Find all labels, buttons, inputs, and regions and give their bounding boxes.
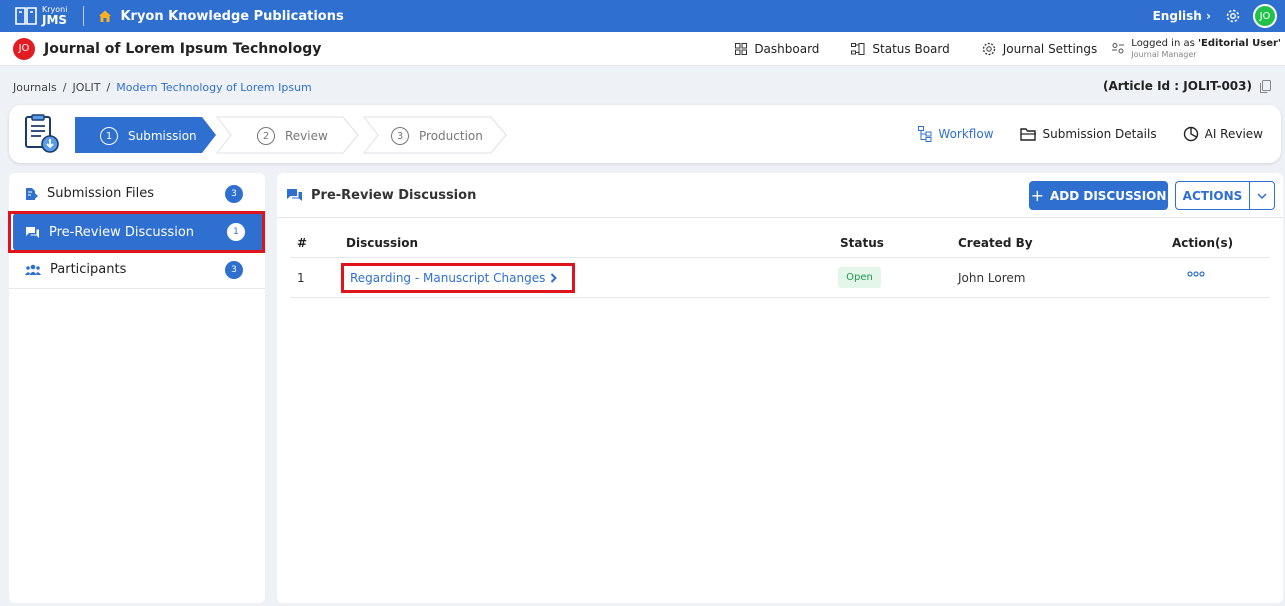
step-label: Production (419, 129, 483, 143)
article-id: (Article Id : JOLIT-003) (1103, 79, 1271, 93)
add-discussion-label: ADD DISCUSSION (1049, 188, 1167, 203)
user-avatar[interactable]: JO (1253, 4, 1277, 28)
org-name: Kryon Knowledge Publications (120, 8, 344, 24)
column-header-status: Status (840, 236, 884, 250)
grid-icon (735, 43, 748, 55)
table-divider (290, 257, 1270, 258)
breadcrumb-article[interactable]: Modern Technology of Lorem Ipsum (116, 81, 312, 94)
workflow-icon (918, 126, 932, 142)
panel-header: Pre-Review Discussion + ADD DISCUSSION A… (277, 173, 1283, 218)
highlight-box-sidebar (8, 211, 265, 253)
app-logo[interactable]: Kryoni JMS (14, 0, 67, 32)
nav-journal-settings-label: Journal Settings (1002, 42, 1098, 56)
column-header-actions: Action(s) (1172, 236, 1234, 250)
sidebar-item-label: Submission Files (47, 186, 155, 201)
row-number: 1 (297, 271, 305, 285)
tab-ai-review-label: AI Review (1204, 127, 1263, 141)
column-header-number: # (297, 236, 308, 250)
nav-dashboard-label: Dashboard (754, 42, 820, 56)
breadcrumb-journals[interactable]: Journals (13, 81, 57, 94)
highlight-box-discussion (341, 263, 575, 293)
step-number: 3 (391, 127, 409, 145)
breadcrumb-jolit[interactable]: JOLIT (73, 81, 101, 94)
board-icon (851, 43, 865, 55)
add-discussion-button[interactable]: + ADD DISCUSSION (1029, 181, 1168, 210)
nav-status-board[interactable]: Status Board (851, 42, 950, 56)
journal-bar: JO Journal of Lorem Ipsum Technology Das… (0, 32, 1285, 66)
tab-submission-details[interactable]: Submission Details (1019, 127, 1157, 141)
login-prefix: Logged in as (1131, 38, 1198, 50)
chat-icon (287, 189, 302, 201)
panel-title-text: Pre-Review Discussion (311, 187, 477, 203)
tab-submission-details-label: Submission Details (1042, 127, 1157, 141)
language-selector[interactable]: English › (1153, 9, 1211, 23)
tab-workflow-label: Workflow (938, 127, 994, 141)
column-header-created-by: Created By (958, 236, 1033, 250)
step-submission[interactable]: 1 Submission (100, 127, 197, 145)
org-home-link[interactable]: Kryon Knowledge Publications (98, 8, 344, 24)
breadcrumb: Journals / JOLIT / Modern Technology of … (13, 81, 312, 94)
gear-icon[interactable] (1225, 8, 1241, 24)
nav-journal-settings[interactable]: Journal Settings (982, 42, 1098, 56)
created-by: John Lorem (958, 271, 1026, 285)
journal-title: Journal of Lorem Ipsum Technology (44, 40, 322, 57)
sidebar-item-label: Participants (50, 262, 127, 277)
count-badge: 3 (225, 260, 243, 279)
chevron-down-icon (1257, 192, 1267, 199)
column-header-discussion: Discussion (346, 236, 419, 250)
language-label: English (1152, 9, 1202, 23)
actions-dropdown-toggle[interactable] (1250, 181, 1275, 210)
user-swap-icon (1112, 43, 1125, 54)
tab-ai-review[interactable]: AI Review (1183, 126, 1263, 142)
logo-big-text: JMS (42, 13, 68, 27)
breadcrumb-separator: / (106, 81, 111, 94)
chevron-right-icon: › (1206, 9, 1211, 23)
file-icon (26, 187, 38, 200)
sidebar-item-participants[interactable]: Participants 3 (9, 251, 265, 289)
sidebar-item-submission-files[interactable]: Submission Files 3 (9, 175, 265, 213)
table-divider (290, 297, 1270, 298)
top-bar: Kryoni JMS Kryon Knowledge Publications … (0, 0, 1285, 32)
books-logo-icon (15, 7, 37, 25)
divider (83, 6, 85, 26)
article-id-text: (Article Id : JOLIT-003) (1102, 79, 1252, 93)
nav-dashboard[interactable]: Dashboard (735, 42, 819, 56)
login-info[interactable]: Logged in as 'Editorial User' Journal Ma… (1111, 38, 1281, 60)
step-review[interactable]: 2 Review (257, 127, 328, 145)
people-icon (25, 264, 41, 275)
login-user-text: Logged in as 'Editorial User' (1131, 38, 1281, 50)
more-dots-icon[interactable] (1187, 270, 1205, 278)
count-badge: 3 (225, 184, 243, 203)
step-label: Submission (128, 129, 197, 143)
step-number: 2 (257, 127, 275, 145)
login-username: 'Editorial User' (1198, 38, 1281, 50)
settings-cog-icon (982, 42, 995, 56)
workflow-stepper: 1 Submission 2 Review 3 Production Workf… (9, 105, 1281, 163)
actions-button[interactable]: ACTIONS (1175, 181, 1250, 210)
pie-chart-icon (1183, 126, 1198, 142)
panel-title: Pre-Review Discussion (286, 188, 476, 203)
step-number: 1 (100, 127, 118, 145)
journal-avatar: JO (13, 37, 35, 60)
discussion-panel: Pre-Review Discussion + ADD DISCUSSION A… (277, 173, 1283, 603)
status-badge: Open (838, 267, 881, 288)
login-role: Journal Manager (1131, 50, 1197, 60)
copy-icon[interactable] (1260, 79, 1271, 93)
folder-icon (1019, 127, 1036, 141)
home-icon (99, 10, 112, 22)
tab-workflow[interactable]: Workflow (918, 126, 994, 142)
breadcrumb-separator: / (62, 81, 67, 94)
plus-icon: + (1030, 186, 1044, 205)
step-production[interactable]: 3 Production (391, 127, 483, 145)
nav-status-board-label: Status Board (872, 42, 950, 56)
step-label: Review (285, 129, 328, 143)
